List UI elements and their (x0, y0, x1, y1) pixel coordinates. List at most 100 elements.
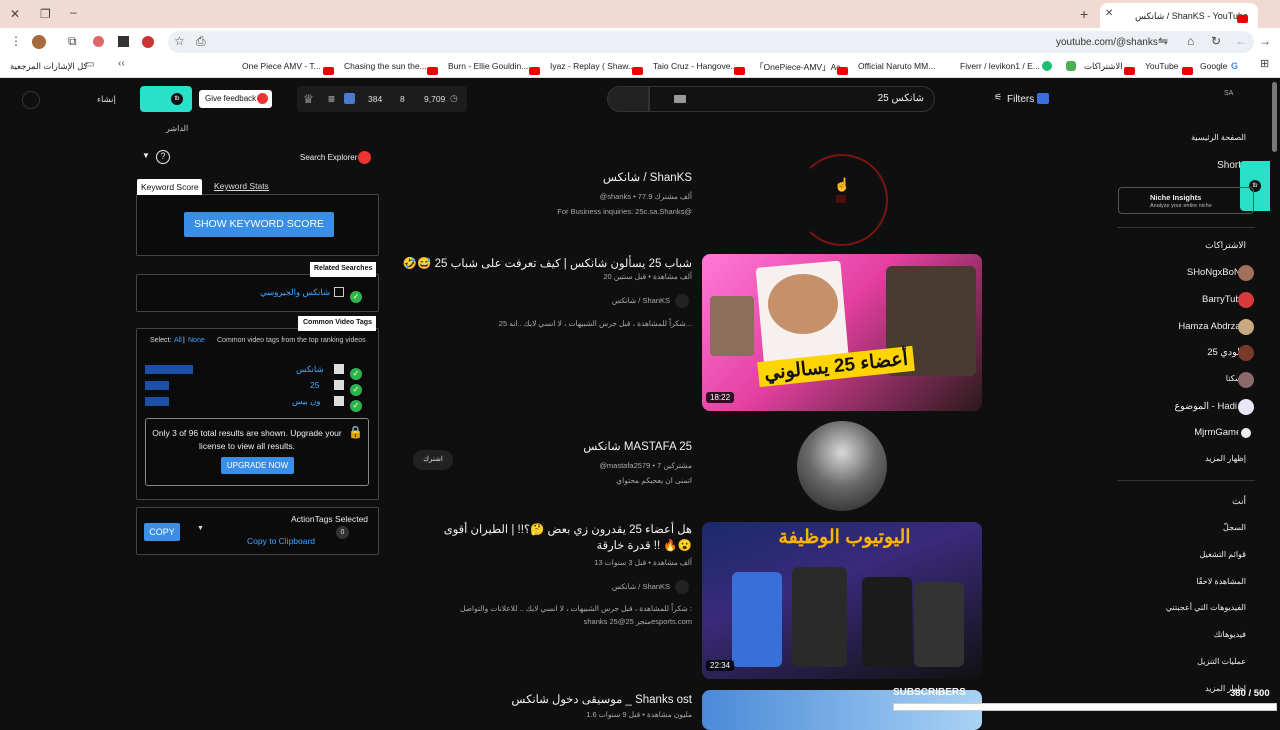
search-input[interactable]: شانكس 25 (649, 86, 935, 112)
bookmark-item[interactable]: YouTube (1145, 61, 1178, 71)
list-icon[interactable]: ≡ (328, 93, 335, 105)
thumbnail-face (768, 274, 838, 334)
minimize-icon[interactable]: – (70, 6, 77, 18)
sidebar-downloads[interactable]: عمليات التنزيل (1197, 657, 1246, 666)
bookmark-item[interactable]: Iyaz - Replay ( Shaw... (550, 61, 635, 71)
new-tab-icon[interactable]: + (1080, 7, 1088, 21)
copy-dropdown-icon[interactable]: ▼ (197, 525, 204, 532)
video-desc-2: shanks متجر 25@25esports.com (583, 617, 692, 626)
extensions-icon[interactable]: ⧉ (68, 35, 77, 47)
tag-link[interactable]: 25 (310, 380, 319, 390)
trophy-icon[interactable]: ♕ (303, 93, 314, 105)
extension-icon[interactable] (93, 36, 104, 47)
tab-keyword-score[interactable]: Keyword Score (137, 179, 202, 195)
install-app-icon[interactable]: ⎙ (196, 35, 206, 47)
bookmark-item[interactable]: Chasing the sun the... (344, 61, 427, 71)
reload-icon[interactable]: ↻ (1211, 35, 1221, 47)
tag-checkbox[interactable] (334, 380, 344, 390)
copy-button[interactable]: COPY (144, 523, 180, 541)
related-search-label: شانكس والجيروسي (260, 287, 331, 297)
grid-icon[interactable] (344, 93, 355, 104)
select-none-link[interactable]: None (188, 337, 205, 344)
sidebar-show-more[interactable]: إظهار المزيد (1205, 454, 1246, 463)
tag-bar (145, 381, 169, 390)
bookmark-all[interactable]: كل الإشارات المرجعية (10, 61, 88, 72)
select-all-link[interactable]: All (174, 337, 182, 344)
related-search-link[interactable]: شانكس والجيروسي (260, 287, 330, 298)
tag-link[interactable]: ون بيس (292, 396, 320, 407)
video-title[interactable]: موسيقى دخول شانكس _ Shanks ost (511, 692, 692, 706)
sidebar-liked-videos[interactable]: الفيديوهات التي أعجبتني (1166, 603, 1246, 612)
upgrade-now-button[interactable]: UPGRADE NOW (221, 457, 294, 474)
site-settings-icon[interactable]: ⇋ (1158, 35, 1168, 47)
bookmark-item[interactable]: Google (1200, 61, 1227, 71)
sidebar-history[interactable]: السجلّ (1223, 523, 1246, 532)
extension-icon (1066, 61, 1076, 71)
menu-icon[interactable]: ⋮ (10, 35, 22, 47)
video-thumbnail[interactable]: أعضاء 25 يسالوني 18:22 (702, 254, 982, 411)
channel-name[interactable]: شانكس MASTAFA 25 (583, 439, 692, 453)
bookmark-item[interactable]: One Piece AMV - T... (242, 61, 321, 71)
apps-grid-icon[interactable]: ⊞ (1260, 59, 1269, 70)
video-title[interactable]: هل أعضاء 25 يقدرون زي بعض 🤔؟!! | الطيران… (440, 522, 692, 554)
tb-logo-icon: tb (171, 93, 183, 105)
page-scrollbar[interactable] (1272, 82, 1277, 152)
channel-name[interactable]: شانكس / ShanKS (603, 170, 692, 184)
filters-label: Filters (1007, 94, 1035, 105)
notifications-icon[interactable] (22, 91, 40, 109)
folder-icon: ▭ (85, 59, 95, 70)
tag-link[interactable]: شانكس (296, 364, 324, 375)
home-icon[interactable]: ⌂ (1187, 35, 1194, 47)
channel-desc: اتمنى ان يعجبكم محتواي (616, 476, 692, 485)
bookmark-item[interactable]: Fiverr / levikon1 / E... (960, 61, 1040, 71)
help-icon[interactable]: ? (156, 150, 170, 164)
subscription-item[interactable]: الموضوع - Hadi X (1174, 401, 1246, 412)
video-thumbnail[interactable]: اليوتيوب الوظيفة 22:34 (702, 522, 982, 679)
filters-button[interactable]: ⚟ Filters (990, 90, 1050, 108)
bookmark-item[interactable]: Taio Cruz - Hangove... (653, 61, 738, 71)
extension-badge-icon[interactable] (142, 36, 154, 48)
subscription-item[interactable]: Hamza Abdrzaq (1178, 321, 1246, 332)
tag-checkbox[interactable] (334, 396, 344, 406)
google-icon: G (1231, 61, 1239, 71)
copy-to-clipboard-link[interactable]: Copy to Clipboard (247, 536, 315, 546)
voice-search-area[interactable] (607, 86, 649, 112)
extension-logo-button[interactable]: tb (140, 86, 192, 112)
bookmark-item[interactable]: 「OnePiece-AMV」Ac... (755, 61, 848, 73)
collapse-caret-icon[interactable]: ▼ (142, 152, 150, 160)
maximize-icon[interactable]: ❐ (40, 8, 51, 20)
subscribers-counter: 380 / 500 (1230, 688, 1270, 699)
tag-checkbox[interactable] (334, 364, 344, 374)
give-feedback-button[interactable]: Give feedback (199, 90, 272, 108)
forward-icon[interactable]: ← (1235, 35, 1247, 47)
show-keyword-score-button[interactable]: SHOW KEYWORD SCORE (184, 212, 334, 237)
channel-avatar[interactable] (797, 421, 887, 511)
extension-icon[interactable] (118, 36, 129, 47)
channel-avatar-small[interactable] (675, 580, 689, 594)
subscribe-button[interactable]: اشترك (413, 450, 453, 470)
bookmark-item[interactable]: Official Naruto MM... (858, 61, 935, 71)
video-desc: شكراً للمشاهدة ، قبل جرس الشبيهات ، لا ا… (498, 319, 692, 328)
tab-youtube[interactable]: شانكس / ShanKS - YouTube (1100, 3, 1258, 28)
video-title[interactable]: 🤣😅 شباب 25 يسألون شانكس | كيف تعرفت على … (403, 256, 692, 270)
back-icon[interactable]: → (1259, 35, 1271, 47)
sidebar-playlists[interactable]: قوائم التشغيل (1200, 550, 1247, 559)
bookmark-star-icon[interactable]: ☆ (174, 35, 185, 47)
profile-avatar[interactable] (32, 35, 46, 49)
sidebar-your-videos[interactable]: فيديوهاتك (1214, 630, 1246, 639)
bookmark-item[interactable]: Burn - Ellie Gouldin... (448, 61, 528, 71)
tab-keyword-stats[interactable]: Keyword Stats (214, 181, 269, 191)
chevron-left-icon[interactable]: ‹‹ (118, 59, 125, 69)
channel-avatar-small[interactable] (675, 294, 689, 308)
sidebar-watch-later[interactable]: المشاهدة لاحقًا (1196, 577, 1246, 586)
sidebar-home[interactable]: الصفحة الرئيسية (1191, 133, 1246, 142)
video-channel[interactable]: شانكس / ShanKS (612, 582, 670, 591)
close-window-icon[interactable]: ✕ (10, 8, 20, 20)
niche-insights-card[interactable]: Niche Insights Analyze your entire niche (1118, 187, 1254, 214)
keyboard-icon[interactable] (674, 95, 686, 103)
related-checkbox[interactable] (334, 287, 344, 297)
close-tab-icon[interactable]: ✕ (1105, 9, 1113, 19)
create-button[interactable]: إنشاء (97, 94, 116, 105)
video-channel[interactable]: شانكس / ShanKS (612, 296, 670, 305)
bookmark-item[interactable]: الاشتراكات (1084, 61, 1123, 72)
